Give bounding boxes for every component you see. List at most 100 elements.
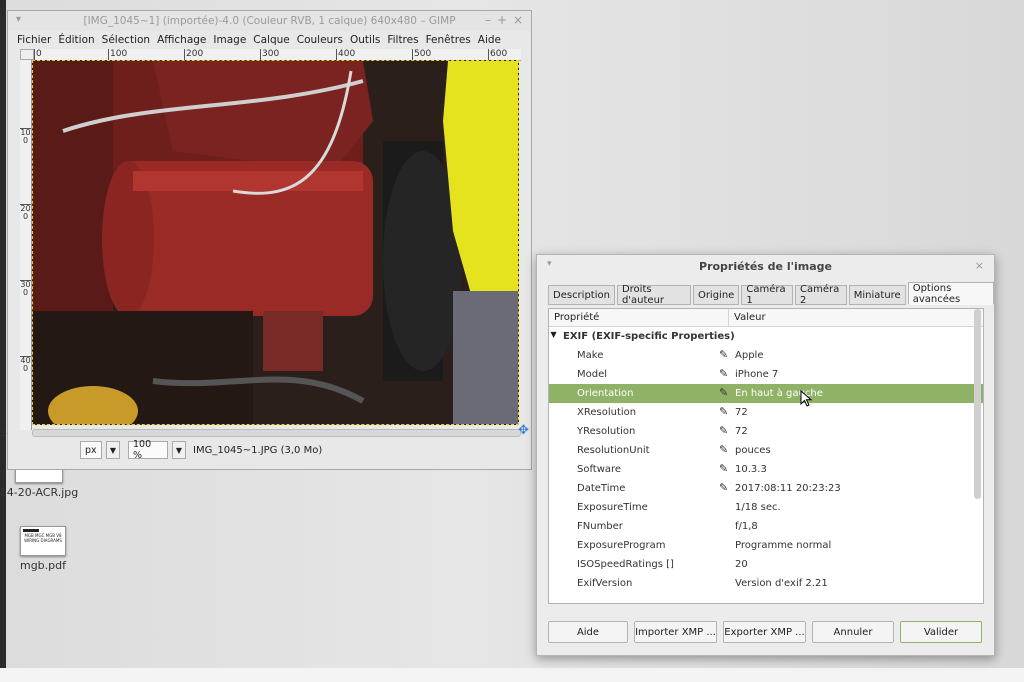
edit-pencil-icon: ✎ [719,462,729,475]
metadata-row[interactable]: YResolution ✎ 72 [549,422,983,441]
unit-select[interactable]: px [80,441,102,459]
menu-outils[interactable]: Outils [350,34,380,46]
ruler-tick: 100 [108,49,128,60]
metadata-row[interactable]: XResolution ✎ 72 [549,403,983,422]
metadata-row[interactable]: Make ✎ Apple [549,346,983,365]
close-icon[interactable]: × [975,259,984,272]
menu-fenetres[interactable]: Fenêtres [426,34,471,46]
edit-pencil-icon: ✎ [719,424,729,437]
edit-pencil-icon: ✎ [719,348,729,361]
tab-bar: Description Droits d'auteur Origine Camé… [548,282,995,306]
gimp-statusbar: px ▼ 100 % ▼ IMG_1045~1.JPG (3,0 Mo) [80,439,322,461]
property-value[interactable]: 2017:08:11 20:23:23 [735,483,841,494]
tab-camera-1[interactable]: Caméra 1 [741,284,794,306]
import-xmp-button[interactable]: Importer XMP ... [634,621,717,643]
property-name: ResolutionUnit [577,445,650,456]
horizontal-scrollbar[interactable] [32,429,521,437]
dialog-buttons: Aide Importer XMP ... Exporter XMP ... A… [548,621,982,643]
vertical-ruler[interactable]: 100 200 300 400 [20,60,32,430]
menu-couleurs[interactable]: Couleurs [297,34,343,46]
tab-options-avancees[interactable]: Options avancées [907,282,995,305]
tab-camera-2[interactable]: Caméra 2 [795,284,847,306]
maximize-button[interactable]: + [497,13,507,27]
metadata-row[interactable]: FNumber f/1,8 [549,517,983,536]
metadata-row[interactable]: Orientation ✎ En haut à gauche [549,384,983,403]
metadata-row[interactable]: DateTime ✎ 2017:08:11 20:23:23 [549,479,983,498]
expander-icon[interactable]: ▼ [549,330,557,339]
menu-selection[interactable]: Sélection [102,34,150,46]
property-value[interactable]: 72 [735,426,748,437]
mouse-cursor-icon [800,390,813,407]
edit-pencil-icon: ✎ [719,405,729,418]
ruler-tick: 400 [20,356,31,373]
property-value[interactable]: 10.3.3 [735,464,767,475]
property-name: Orientation [577,388,634,399]
ruler-tick: 200 [20,204,31,221]
dialog-title: Propriétés de l'image [699,260,832,273]
export-xmp-button[interactable]: Exporter XMP ... [723,621,806,643]
column-header-value[interactable]: Valeur [729,309,766,326]
tab-origine[interactable]: Origine [692,285,740,305]
property-name: DateTime [577,483,626,494]
column-header-property[interactable]: Propriété [549,309,729,326]
property-name: FNumber [577,521,623,532]
metadata-row[interactable]: ExposureProgram Programme normal [549,536,983,555]
quick-mask-toggle[interactable] [20,49,34,60]
metadata-row[interactable]: ExifVersion Version d'exif 2.21 [549,574,983,593]
menu-image[interactable]: Image [213,34,246,46]
tree-header: Propriété Valeur [549,309,983,327]
property-value[interactable]: f/1,8 [735,521,758,532]
metadata-row[interactable]: ExposureTime 1/18 sec. [549,498,983,517]
menu-fichier[interactable]: Fichier [17,34,51,46]
group-label: EXIF (EXIF-specific Properties) [563,331,735,342]
desktop-file-jpg[interactable]: 14-20-ACR.jpg [0,466,84,499]
tree-group-exif[interactable]: ▼ EXIF (EXIF-specific Properties) [549,327,983,346]
tab-miniature[interactable]: Miniature [848,285,906,305]
help-button[interactable]: Aide [548,621,628,643]
image-canvas[interactable] [32,60,519,425]
validate-button[interactable]: Valider [900,621,982,643]
property-value[interactable]: Apple [735,350,763,361]
metadata-row[interactable]: ISOSpeedRatings [] 20 [549,555,983,574]
menu-calque[interactable]: Calque [253,34,289,46]
property-value[interactable]: 1/18 sec. [735,502,781,513]
ruler-tick: 300 [20,280,31,297]
zoom-dropdown-arrow[interactable]: ▼ [172,441,186,459]
menu-edition[interactable]: Édition [58,34,94,46]
property-value[interactable]: 20 [735,559,748,570]
metadata-row[interactable]: ResolutionUnit ✎ pouces [549,441,983,460]
ruler-tick: 300 [260,49,280,60]
menu-filtres[interactable]: Filtres [387,34,418,46]
property-name: Make [577,350,604,361]
property-value[interactable]: 72 [735,407,748,418]
metadata-row[interactable]: Model ✎ iPhone 7 [549,365,983,384]
property-value[interactable]: pouces [735,445,771,456]
minimize-button[interactable]: – [485,13,491,27]
close-button[interactable]: × [513,13,523,27]
vertical-scrollbar[interactable] [974,309,981,499]
menu-affichage[interactable]: Affichage [157,34,206,46]
desktop-file-pdf[interactable]: MGB MGC MGB V8 WIRING DIAGRAMS mgb.pdf [0,526,88,572]
property-name: XResolution [577,407,637,418]
pdf-thumbnail: MGB MGC MGB V8 WIRING DIAGRAMS [20,526,66,556]
edit-pencil-icon: ✎ [719,443,729,456]
dialog-titlebar[interactable]: ▾ Propriétés de l'image × [537,255,994,277]
unit-dropdown-arrow[interactable]: ▼ [106,441,120,459]
property-value[interactable]: Programme normal [735,540,831,551]
gimp-titlebar[interactable]: ▾ [IMG_1045~1] (importée)-4.0 (Couleur R… [8,11,531,31]
cancel-button[interactable]: Annuler [812,621,894,643]
zoom-input[interactable]: 100 % [128,439,168,461]
tab-description[interactable]: Description [548,285,615,305]
property-value[interactable]: iPhone 7 [735,369,778,380]
property-name: YResolution [577,426,636,437]
property-name: ISOSpeedRatings [] [577,559,674,570]
property-value[interactable]: Version d'exif 2.21 [735,578,828,589]
ruler-tick: 400 [336,49,356,60]
desktop-file-label: mgb.pdf [19,559,66,572]
tab-droits-auteur[interactable]: Droits d'auteur [616,284,691,306]
metadata-tree: Propriété Valeur ▼ EXIF (EXIF-specific P… [548,308,984,604]
pdf-thumbnail-title: MGB MGC MGB V8 WIRING DIAGRAMS [24,533,62,543]
menu-aide[interactable]: Aide [478,34,501,46]
navigate-icon[interactable]: ✥ [518,423,529,438]
metadata-row[interactable]: Software ✎ 10.3.3 [549,460,983,479]
